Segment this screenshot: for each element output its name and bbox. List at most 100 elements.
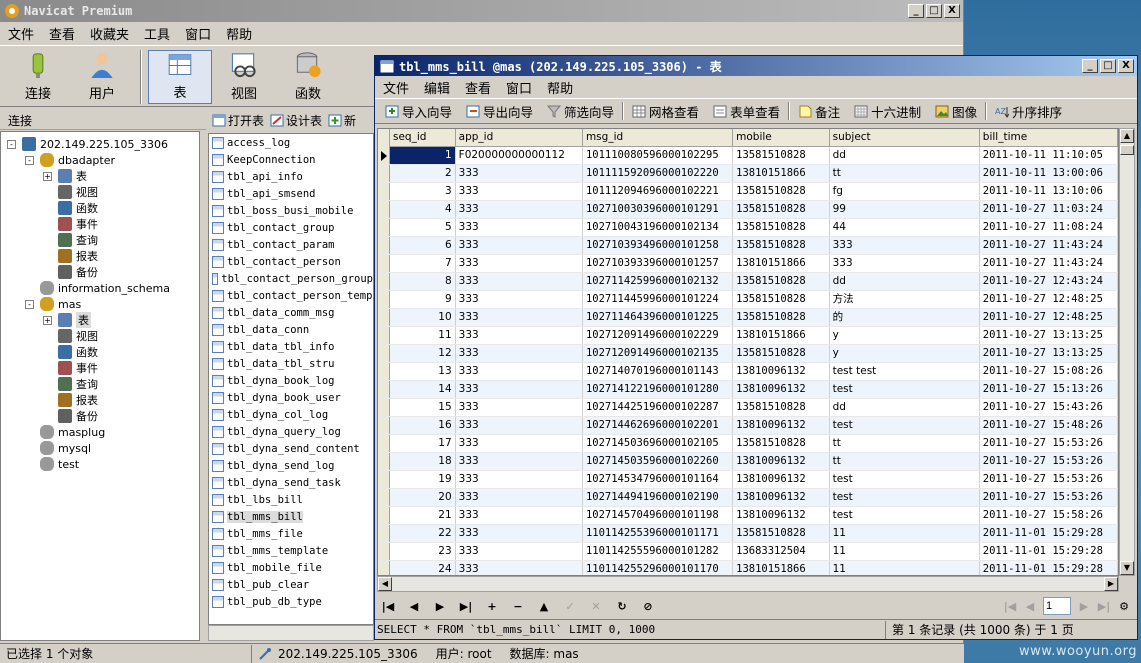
scroll-down-icon[interactable]: ▼	[1120, 561, 1134, 575]
table-cell[interactable]: 9	[390, 291, 456, 308]
table-cell[interactable]: 333	[456, 237, 583, 254]
table-cell[interactable]: 333	[456, 165, 583, 182]
tree-node[interactable]: 函数	[43, 200, 98, 216]
table-cell[interactable]: dd	[830, 147, 980, 164]
tree-node[interactable]: information_schema	[25, 280, 170, 296]
table-cell[interactable]: 5	[390, 219, 456, 236]
table-row[interactable]: 20 333 102714494196000102190 13810096132 tes…	[378, 489, 1118, 507]
tree-node[interactable]: - 202.149.225.105_3306	[7, 136, 168, 152]
table-cell[interactable]: 333	[456, 453, 583, 470]
row-header[interactable]	[378, 507, 390, 524]
column-header-mobile[interactable]: mobile	[733, 129, 830, 147]
table-row[interactable]: 21 333 102714570496000101198 13810096132 tes…	[378, 507, 1118, 525]
table-list-item[interactable]: access_log	[209, 134, 373, 151]
table-menu-window[interactable]: 窗口	[500, 78, 541, 97]
table-close-button[interactable]: X	[1118, 59, 1134, 73]
table-cell[interactable]: 2011-10-27 15:43:26	[980, 399, 1118, 416]
table-cell[interactable]: 13810096132	[733, 471, 830, 488]
table-cell[interactable]: 10	[390, 309, 456, 326]
maximize-button[interactable]: □	[926, 4, 942, 18]
export-wizard-button[interactable]: 导出向导	[460, 102, 539, 121]
table-cell[interactable]: 102714425196000102287	[583, 399, 734, 416]
table-row[interactable]: 23 333 110114255596000101282 13683312504 11 2…	[378, 543, 1118, 561]
table-minimize-button[interactable]: _	[1082, 59, 1098, 73]
table-cell[interactable]: 333	[456, 291, 583, 308]
table-row[interactable]: 11 333 102712091496000102229 13810151866 y 20…	[378, 327, 1118, 345]
tree-node[interactable]: 报表	[43, 392, 98, 408]
table-list-item[interactable]: tbl_data_conn	[209, 321, 373, 338]
table-cell[interactable]: test	[830, 417, 980, 434]
table-cell[interactable]: 2011-10-27 15:08:26	[980, 363, 1118, 380]
connection-tree[interactable]: -202.149.225.105_3306- dbadapter + 表视图 函数 事件查…	[0, 131, 200, 641]
table-cell[interactable]: 21	[390, 507, 456, 524]
panel-splitter[interactable]	[200, 131, 208, 641]
table-cell[interactable]: 102714570496000101198	[583, 507, 734, 524]
table-row[interactable]: 16 333 102714462696000102201 13810096132 tes…	[378, 417, 1118, 435]
table-row[interactable]: 17 333 102714503696000102105 13581510828 tt 2…	[378, 435, 1118, 453]
last-page-icon[interactable]: ▶|	[1097, 600, 1111, 613]
table-cell[interactable]: test	[830, 507, 980, 524]
table-cell[interactable]: 13810151866	[733, 165, 830, 182]
open-table-button[interactable]: 打开表	[212, 112, 264, 129]
row-header[interactable]	[378, 219, 390, 236]
tree-node[interactable]: 视图	[43, 328, 98, 344]
row-header[interactable]	[378, 525, 390, 542]
table-cell[interactable]: 333	[456, 381, 583, 398]
add-record-icon[interactable]: +	[485, 600, 499, 613]
table-cell[interactable]: 102710043196000102134	[583, 219, 734, 236]
toolbar-table-button[interactable]: 表	[148, 50, 212, 104]
table-list-item[interactable]: tbl_dyna_book_log	[209, 372, 373, 389]
table-cell[interactable]: 13581510828	[733, 525, 830, 542]
collapse-icon[interactable]: -	[25, 299, 34, 309]
table-maximize-button[interactable]: □	[1100, 59, 1116, 73]
sort-ascending-button[interactable]: AZ 升序排序	[989, 102, 1068, 121]
table-cell[interactable]: 13810151866	[733, 255, 830, 272]
table-row[interactable]: 22 333 110114255396000101171 13581510828 11 2…	[378, 525, 1118, 543]
row-header[interactable]	[378, 471, 390, 488]
table-cell[interactable]: 102714070196000101143	[583, 363, 734, 380]
table-cell[interactable]: 13581510828	[733, 183, 830, 200]
table-cell[interactable]: tt	[830, 165, 980, 182]
delete-record-icon[interactable]: −	[511, 600, 525, 613]
table-cell[interactable]: 102711425996000102132	[583, 273, 734, 290]
row-header[interactable]	[378, 543, 390, 560]
table-list-item[interactable]: tbl_contact_person_temp	[209, 287, 373, 304]
image-button[interactable]: 图像	[929, 102, 983, 121]
main-titlebar[interactable]: Navicat Premium _ □ X	[0, 0, 963, 22]
table-cell[interactable]: 333	[456, 471, 583, 488]
table-row[interactable]: 9 333 102711445996000101224 13581510828 方法 20…	[378, 291, 1118, 309]
menu-tools[interactable]: 工具	[138, 24, 179, 43]
table-row[interactable]: 15 333 102714425196000102287 13581510828 dd 2…	[378, 399, 1118, 417]
table-cell[interactable]: 18	[390, 453, 456, 470]
new-table-button[interactable]: 新	[328, 112, 356, 129]
row-header[interactable]	[378, 381, 390, 398]
row-header[interactable]	[378, 453, 390, 470]
table-window-titlebar[interactable]: tbl_mms_bill @mas (202.149.225.105_3306)…	[375, 56, 1137, 76]
table-cell[interactable]: 333	[456, 561, 583, 575]
table-cell[interactable]: 2011-10-11 11:10:05	[980, 147, 1118, 164]
table-cell[interactable]: 8	[390, 273, 456, 290]
table-row[interactable]: 12 333 102712091496000102135 13581510828 y 20…	[378, 345, 1118, 363]
menu-window[interactable]: 窗口	[179, 24, 220, 43]
tree-node[interactable]: - mas	[25, 296, 81, 312]
table-cell[interactable]: 333	[456, 201, 583, 218]
table-cell[interactable]: 13810096132	[733, 417, 830, 434]
table-list-item[interactable]: tbl_data_comm_msg	[209, 304, 373, 321]
table-cell[interactable]: 13581510828	[733, 237, 830, 254]
column-header-msg-id[interactable]: msg_id	[582, 129, 734, 147]
minimize-button[interactable]: _	[908, 4, 924, 18]
next-record-icon[interactable]: ▶	[433, 600, 447, 613]
table-cell[interactable]: 2011-10-27 11:43:24	[980, 255, 1118, 272]
table-cell[interactable]: dd	[830, 273, 980, 290]
table-cell[interactable]: 333	[456, 255, 583, 272]
table-list-item[interactable]: tbl_dyna_send_log	[209, 457, 373, 474]
table-object-list[interactable]: access_log KeepConnection tbl_api_info tbl_…	[208, 133, 374, 625]
table-cell[interactable]: 333	[456, 417, 583, 434]
table-cell[interactable]: 7	[390, 255, 456, 272]
tree-node[interactable]: 备份	[43, 264, 98, 280]
table-list-item[interactable]: tbl_pub_db_type	[209, 593, 373, 610]
table-cell[interactable]: 13810096132	[733, 489, 830, 506]
current-row-indicator-icon[interactable]	[378, 147, 390, 164]
table-list-item[interactable]: tbl_mms_bill	[209, 508, 373, 525]
table-cell[interactable]: 2011-10-27 13:13:25	[980, 345, 1118, 362]
